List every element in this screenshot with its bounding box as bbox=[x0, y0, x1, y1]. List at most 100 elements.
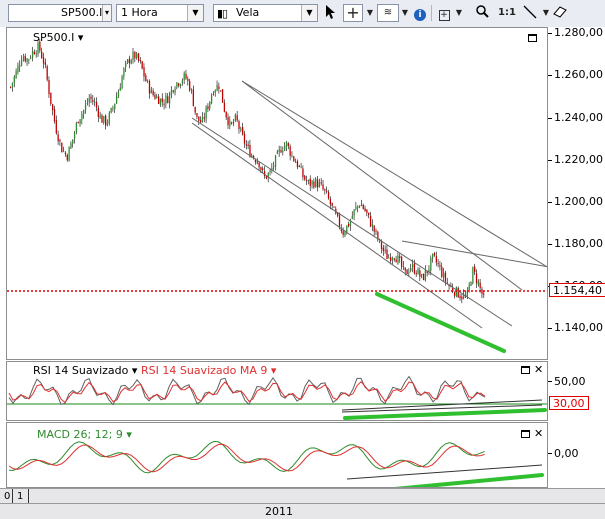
candle-body bbox=[433, 252, 436, 256]
candle-body bbox=[347, 224, 350, 227]
maximize-panel-icon[interactable] bbox=[521, 430, 530, 438]
candle-body bbox=[115, 96, 118, 104]
rsi-ma-title[interactable]: RSI 14 Suavizado MA 9 ▾ bbox=[141, 364, 277, 377]
zoom-reset-button[interactable]: 1:1 bbox=[497, 4, 517, 22]
candle-body bbox=[46, 66, 48, 80]
candle-body bbox=[28, 59, 30, 61]
candle-body bbox=[157, 96, 160, 104]
candle-body bbox=[13, 76, 15, 84]
symbol-selector[interactable]: SP500.I ▾ bbox=[8, 4, 112, 22]
candle-body bbox=[331, 202, 333, 206]
candle-body bbox=[413, 263, 416, 274]
info-icon[interactable]: i bbox=[413, 4, 427, 22]
axis-tick bbox=[548, 201, 552, 203]
axis-tick bbox=[548, 159, 552, 161]
eraser-icon[interactable] bbox=[551, 4, 569, 22]
candle-body bbox=[125, 62, 127, 68]
candle-body bbox=[110, 108, 112, 113]
chevron-down-icon[interactable]: ▼ bbox=[301, 5, 317, 21]
candle-body bbox=[358, 206, 361, 208]
macd-panel[interactable]: MACD 26; 12; 9 ▾ ✕ bbox=[6, 422, 548, 488]
candle-body bbox=[229, 120, 231, 126]
chart-style-selector[interactable]: ▮▯ Vela ▼ bbox=[213, 4, 318, 22]
candle-body bbox=[351, 216, 353, 219]
price-tag: 1.154,40 bbox=[549, 283, 605, 297]
add-study-icon[interactable]: + bbox=[436, 4, 452, 22]
rsi-title-text: RSI 14 Suavizado bbox=[33, 364, 129, 377]
price-axis-label: 1.140,00 bbox=[554, 321, 603, 335]
candle-body bbox=[285, 141, 288, 147]
chevron-down-icon[interactable]: ▼ bbox=[187, 5, 203, 21]
crosshair-icon[interactable]: + bbox=[343, 4, 363, 22]
close-icon[interactable]: ✕ bbox=[534, 364, 543, 375]
chevron-down-icon[interactable]: ▼ bbox=[400, 4, 410, 22]
candle-body bbox=[99, 115, 101, 119]
candle-body bbox=[44, 62, 47, 65]
candle-body bbox=[477, 281, 479, 285]
rsi-title[interactable]: RSI 14 Suavizado ▾ bbox=[33, 364, 138, 377]
candle-body bbox=[101, 115, 103, 123]
line-tool-icon[interactable] bbox=[520, 4, 540, 22]
candle-body bbox=[24, 55, 26, 62]
candle-body bbox=[130, 60, 132, 64]
candle-body bbox=[399, 256, 401, 258]
candle-body bbox=[313, 181, 315, 188]
candle-icon: ▮▯ bbox=[217, 7, 228, 20]
zoom-icon[interactable] bbox=[474, 4, 490, 22]
candle-body bbox=[242, 126, 244, 135]
candle-body bbox=[419, 270, 421, 277]
channel-upper-inner bbox=[241, 80, 523, 291]
candle-body bbox=[461, 296, 463, 300]
macd-title[interactable]: MACD 26; 12; 9 ▾ bbox=[37, 428, 132, 441]
candle-body bbox=[468, 284, 470, 290]
close-icon[interactable]: ✕ bbox=[534, 428, 543, 439]
candle-body bbox=[174, 88, 176, 93]
candle-body bbox=[305, 180, 308, 182]
channel-lower-line bbox=[191, 122, 483, 329]
candle-body bbox=[148, 81, 151, 94]
candle-body bbox=[411, 264, 414, 268]
symbol-value: SP500.I bbox=[61, 6, 103, 19]
candle-body bbox=[481, 289, 483, 295]
candle-body bbox=[42, 57, 45, 64]
symbol-dropdown-icon[interactable]: ▾ bbox=[102, 5, 111, 21]
chevron-down-icon[interactable]: ▼ bbox=[365, 4, 375, 22]
candle-body bbox=[31, 51, 34, 58]
candle-body bbox=[88, 98, 90, 103]
candle-body bbox=[123, 68, 125, 77]
pointer-icon[interactable] bbox=[322, 4, 338, 22]
x-axis-label: 0 bbox=[4, 491, 11, 502]
x-axis-divider bbox=[28, 489, 29, 503]
macd-axis: 0,00 bbox=[548, 422, 605, 488]
candle-body bbox=[145, 75, 147, 82]
candle-body bbox=[121, 76, 123, 89]
candle-body bbox=[168, 93, 171, 104]
candle-body bbox=[422, 273, 425, 280]
maximize-panel-icon[interactable] bbox=[528, 34, 537, 42]
panel-title[interactable]: SP500.I ▾ bbox=[33, 31, 83, 44]
candle-body bbox=[10, 86, 12, 88]
candle-body bbox=[161, 98, 163, 103]
candle-body bbox=[218, 86, 220, 89]
timeframe-selector[interactable]: 1 Hora ▼ bbox=[116, 4, 204, 22]
candle-body bbox=[326, 190, 328, 192]
chevron-down-icon[interactable]: ▼ bbox=[541, 4, 551, 22]
rsi-level-tag: 30,00 bbox=[549, 396, 589, 410]
candle-body bbox=[55, 120, 57, 134]
price-axis-label: 1.260,00 bbox=[554, 68, 603, 82]
candle-body bbox=[404, 267, 406, 271]
candle-body bbox=[247, 144, 249, 146]
rsi-panel[interactable]: RSI 14 Suavizado ▾ RSI 14 Suavizado MA 9… bbox=[6, 361, 548, 421]
candle-body bbox=[81, 113, 83, 120]
rsi-ma-title-text: RSI 14 Suavizado MA 9 bbox=[141, 364, 268, 377]
candle-body bbox=[390, 257, 392, 262]
maximize-panel-icon[interactable] bbox=[521, 366, 530, 374]
axis-tick bbox=[548, 33, 552, 35]
price-axis-label: 1.200,00 bbox=[554, 194, 603, 208]
candle-body bbox=[282, 150, 284, 152]
candle-body bbox=[141, 61, 143, 69]
candle-body bbox=[77, 121, 79, 124]
indicators-icon[interactable]: ≋ bbox=[377, 4, 399, 22]
chevron-down-icon[interactable]: ▼ bbox=[454, 4, 464, 22]
price-panel[interactable]: SP500.I ▾ bbox=[6, 27, 548, 360]
